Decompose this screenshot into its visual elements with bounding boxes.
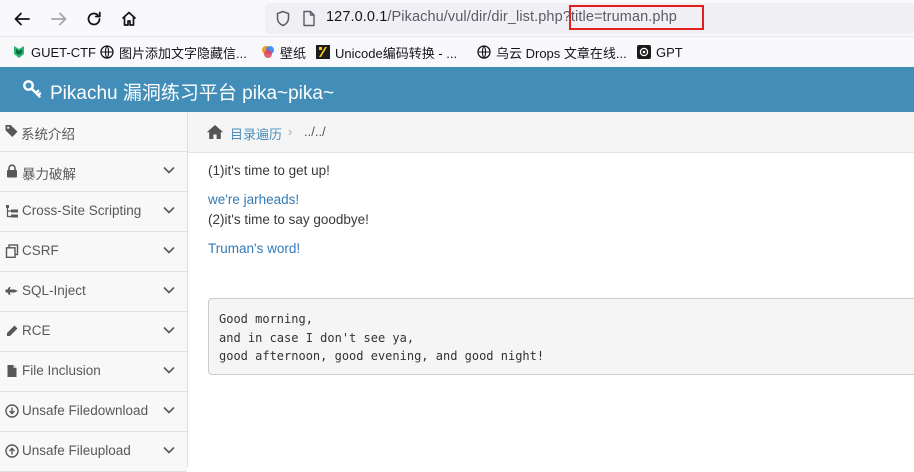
content-line-2: (2)it's time to say goodbye! [208, 212, 369, 227]
sidebar-item-brute-force[interactable]: 暴力破解 [0, 152, 187, 192]
bookmark-gpt[interactable]: GPT [637, 43, 683, 61]
bookmark-image-text[interactable]: 图片添加文字隐藏信... [100, 43, 247, 61]
key-icon [23, 80, 42, 98]
forward-button[interactable] [47, 7, 71, 31]
sidebar-item-rce[interactable]: RCE [0, 312, 187, 352]
bookmark-label: 图片添加文字隐藏信... [119, 45, 247, 61]
sidebar-item-label: 系统介绍 [21, 127, 75, 142]
sidebar-item-label: Unsafe Filedownload [22, 403, 149, 418]
sidebar-item-label: Unsafe Fileupload [22, 443, 131, 458]
upload-icon [5, 444, 19, 458]
bookmark-guet-ctf[interactable]: GUET-CTF [12, 43, 96, 61]
arrow-left-icon [14, 12, 30, 26]
breadcrumb: 目录遍历 › ../../ [188, 112, 914, 153]
sidebar-item-unsafe-filedownload[interactable]: Unsafe Filedownload [0, 392, 187, 432]
shield-icon[interactable] [275, 10, 291, 27]
arrow-right-icon [51, 12, 67, 26]
bookmark-wallpaper[interactable]: 壁纸 [261, 43, 306, 61]
sidebar-item-xss[interactable]: Cross-Site Scripting [0, 192, 187, 232]
copy-icon [5, 244, 19, 258]
sidebar: 系统介绍 暴力破解 Cross-Site Scripting CSRF SQL-… [0, 112, 188, 472]
chevron-down-icon [163, 206, 175, 214]
chevron-down-icon [163, 246, 175, 254]
content-line-1: (1)it's time to get up! [208, 163, 330, 178]
reload-button[interactable] [82, 7, 106, 31]
code-line: good afternoon, good evening, and good n… [219, 349, 545, 363]
code-block: Good morning, and in case I don't see ya… [208, 298, 914, 375]
sidebar-item-sql-inject[interactable]: SQL-Inject [0, 272, 187, 312]
pencil-icon [7, 325, 18, 336]
lock-icon [7, 164, 17, 178]
bookmark-label: 乌云 Drops 文章在线... [496, 45, 627, 61]
file-icon [7, 365, 17, 377]
sidebar-item-file-inclusion[interactable]: File Inclusion [0, 352, 187, 392]
sidebar-item-label: SQL-Inject [22, 283, 86, 298]
image-icon [100, 45, 114, 59]
bookmark-wooyun[interactable]: 乌云 Drops 文章在线... [477, 43, 627, 61]
home-icon [121, 11, 137, 26]
chevron-down-icon [163, 406, 175, 414]
browser-toolbar: 127.0.0.1/Pikachu/vul/dir/dir_list.php?t… [0, 0, 914, 37]
code-line: Good morning, [219, 312, 313, 326]
bookmark-label: GUET-CTF [31, 44, 96, 60]
bookmark-label: 壁纸 [280, 45, 307, 61]
sidebar-item-label: Cross-Site Scripting [22, 203, 142, 218]
sidebar-item-intro[interactable]: 系统介绍 [0, 112, 187, 152]
breadcrumb-link[interactable]: 目录遍历 [230, 124, 282, 143]
home-icon [206, 125, 224, 139]
chevron-down-icon [163, 326, 175, 334]
app-title[interactable]: Pikachu 漏洞练习平台 pika~pika~ [50, 78, 334, 105]
openai-icon [637, 45, 651, 59]
app-header: Pikachu 漏洞练习平台 pika~pika~ [0, 67, 914, 112]
sidebar-item-csrf[interactable]: CSRF [0, 232, 187, 272]
fighter-jet-icon [5, 287, 18, 295]
chevron-down-icon [163, 366, 175, 374]
chevron-down-icon [163, 446, 175, 454]
code-line: and in case I don't see ya, [219, 330, 415, 345]
home-button[interactable] [117, 7, 141, 31]
main-content: (1)it's time to get up! we're jarheads! … [208, 153, 914, 467]
page-icon[interactable] [302, 10, 316, 27]
globe-icon [477, 45, 491, 59]
breadcrumb-separator: › [288, 124, 293, 139]
bookmark-unicode[interactable]: Unicode编码转换 - ... [316, 43, 457, 61]
back-button[interactable] [10, 7, 34, 31]
sidebar-item-label: CSRF [22, 243, 59, 258]
sidebar-item-label: 暴力破解 [22, 167, 76, 182]
reload-icon [87, 11, 101, 26]
unicode-icon [316, 45, 330, 59]
bookmark-label: GPT [656, 44, 683, 60]
sidebar-item-label: File Inclusion [22, 363, 101, 378]
url-path: /Pikachu/vul/dir/dir_list.php [387, 9, 563, 25]
breadcrumb-current: ../../ [304, 124, 326, 139]
tags-icon [5, 125, 18, 137]
download-icon [5, 404, 19, 418]
url-host: 127.0.0.1 [326, 9, 388, 25]
bookmarks-bar: GUET-CTF 图片添加文字隐藏信... 壁纸 Unicode编码转换 - .… [0, 37, 914, 67]
url-bar[interactable]: 127.0.0.1/Pikachu/vul/dir/dir_list.php?t… [265, 3, 914, 34]
chevron-down-icon [163, 286, 175, 294]
sidebar-item-label: RCE [22, 323, 51, 338]
truman-link[interactable]: Truman's word! [208, 241, 300, 256]
sitemap-icon [6, 205, 18, 218]
guet-icon [14, 46, 24, 58]
bookmark-label: Unicode编码转换 - ... [335, 45, 458, 61]
chevron-down-icon [163, 166, 175, 174]
jarheads-link[interactable]: we're jarheads! [208, 192, 299, 207]
url-query-highlight [569, 5, 704, 30]
sidebar-item-unsafe-fileupload[interactable]: Unsafe Fileupload [0, 432, 187, 472]
wallpaper-icon [262, 46, 274, 58]
